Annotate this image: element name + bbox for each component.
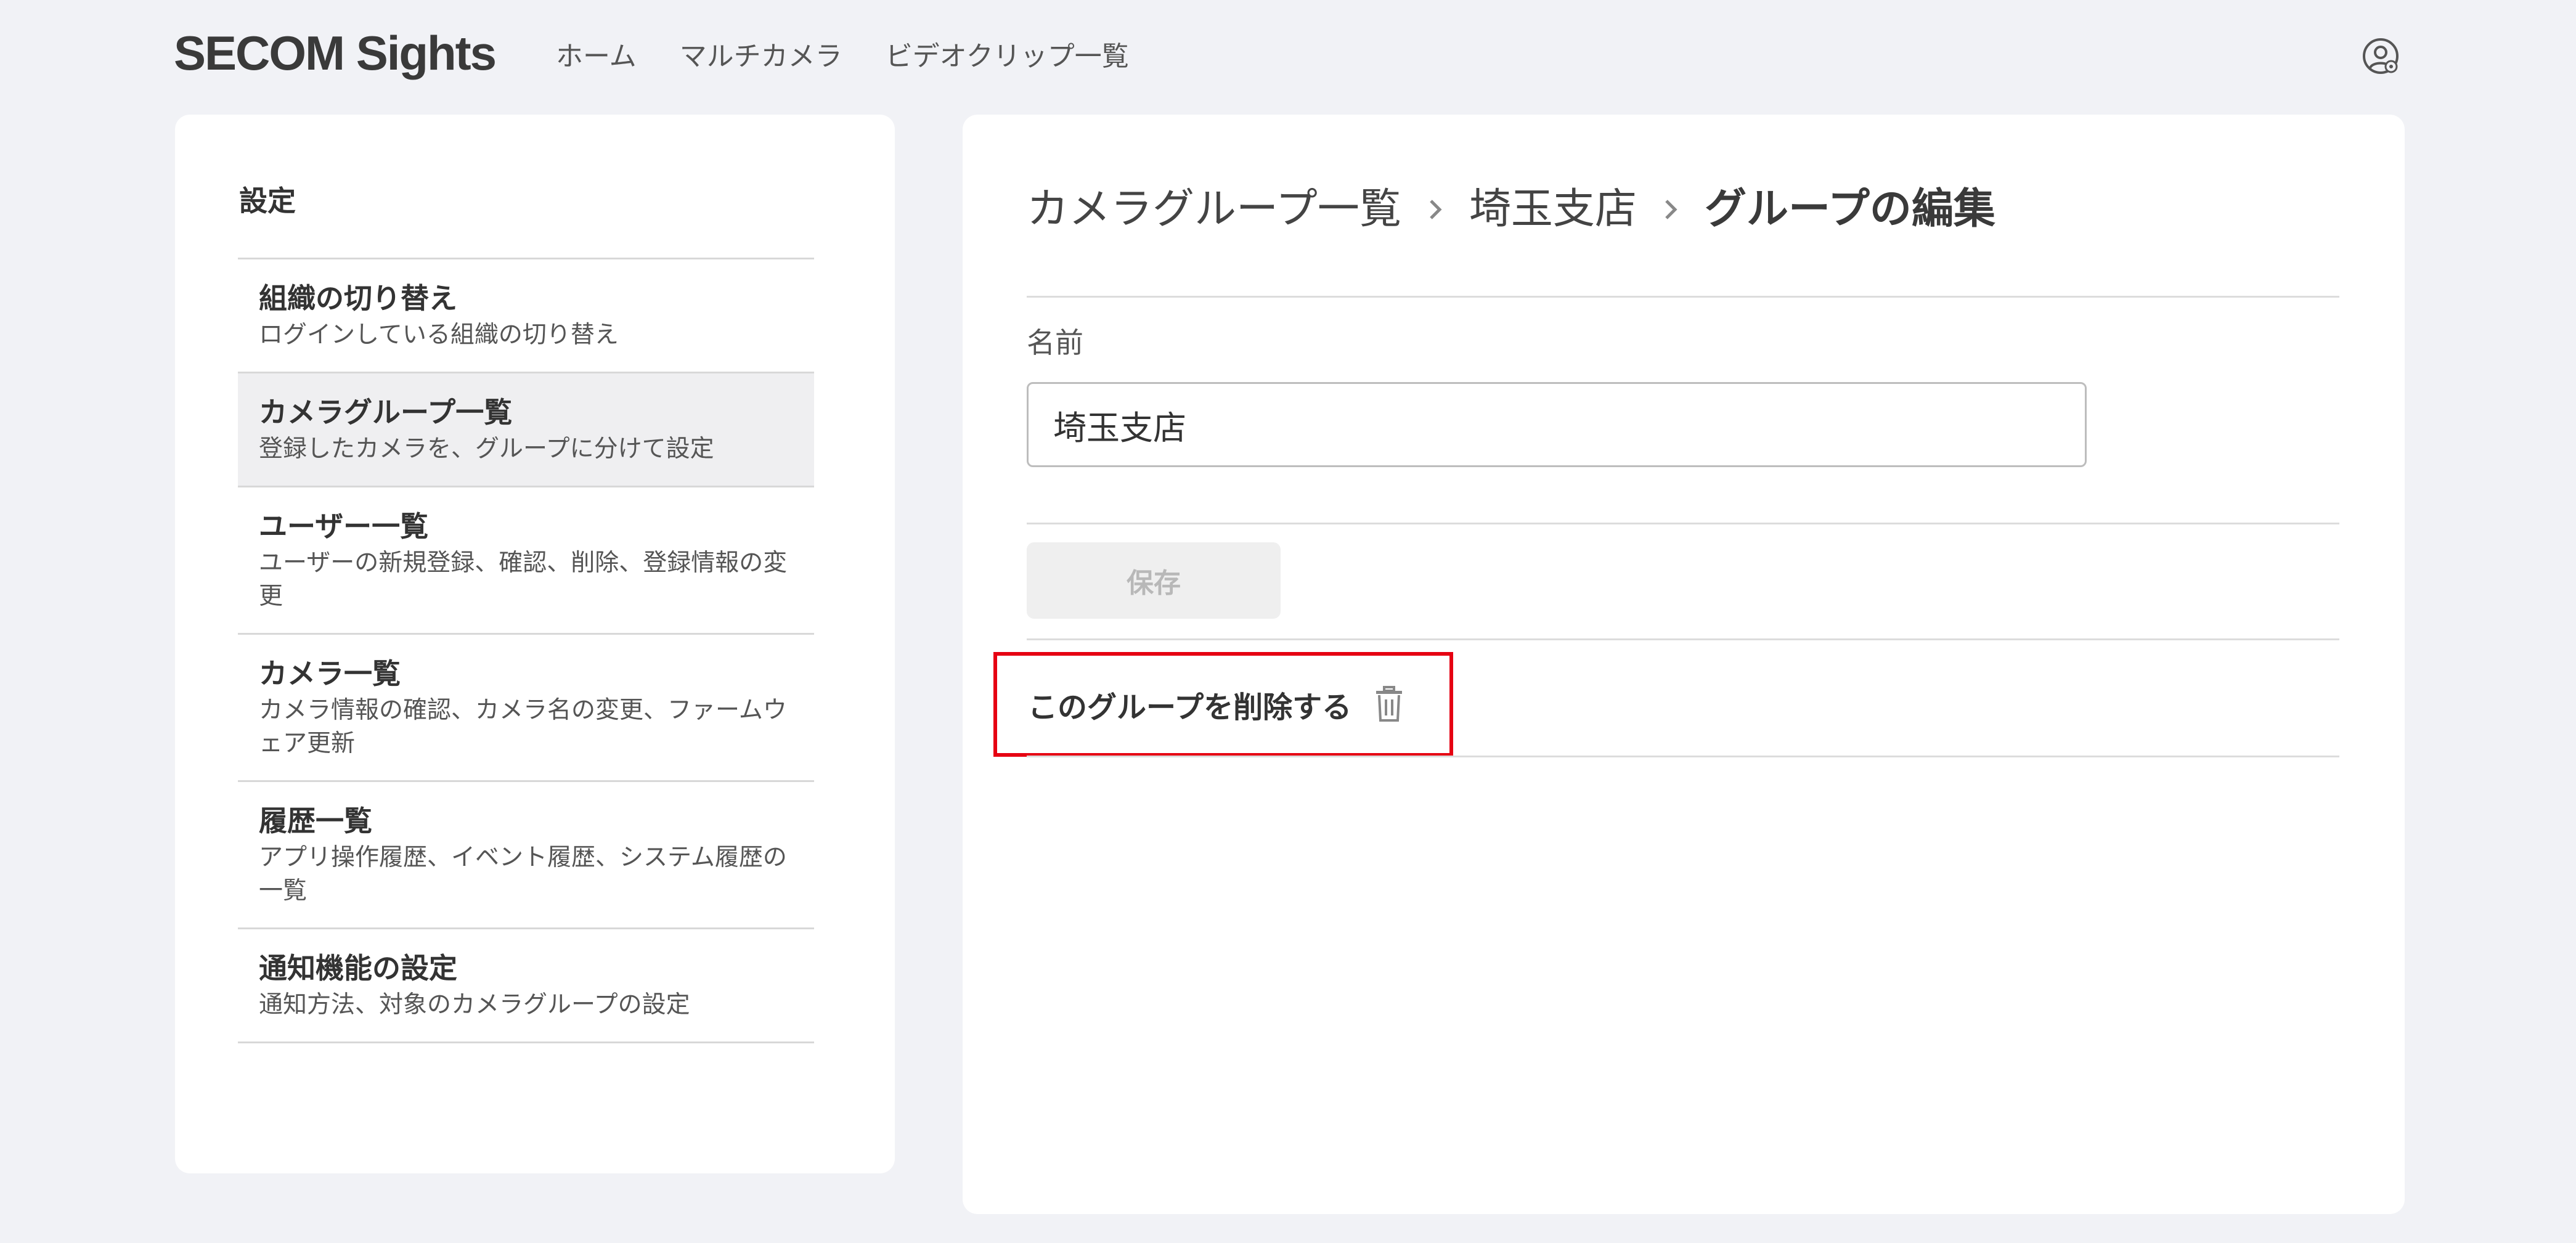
- user-settings-icon[interactable]: [2359, 35, 2402, 78]
- nav-home[interactable]: ホーム: [556, 38, 637, 75]
- menu-item-desc: カメラ情報の確認、カメラ名の変更、ファームウェア更新: [259, 696, 787, 757]
- main-panel: カメラグループ一覧 埼玉支店 グループの編集 名前 保存 このグループを削除する: [963, 115, 2405, 1214]
- sidebar-item-camera-groups[interactable]: カメラグループ一覧 登録したカメラを、グループに分けて設定: [238, 373, 814, 487]
- page-title: グループの編集: [1704, 185, 1995, 234]
- menu-item-desc: ユーザーの新規登録、確認、削除、登録情報の変更: [259, 549, 788, 610]
- menu-item-desc: ログインしている組織の切り替え: [259, 321, 619, 349]
- divider: [1027, 638, 2339, 640]
- divider: [1027, 296, 2339, 298]
- menu-item-title: カメラグループ一覧: [259, 396, 513, 429]
- top-header: SECOM Sights ホーム マルチカメラ ビデオクリップ一覧: [174, 23, 2402, 91]
- chevron-right-icon: [1637, 179, 1705, 240]
- breadcrumb-camera-groups[interactable]: カメラグループ一覧: [1027, 179, 1401, 240]
- breadcrumb: カメラグループ一覧 埼玉支店 グループの編集: [1027, 179, 1995, 240]
- menu-item-title: 通知機能の設定: [259, 952, 457, 985]
- sidebar-item-notifications[interactable]: 通知機能の設定 通知方法、対象のカメラグループの設定: [238, 929, 814, 1043]
- menu-item-title: 組織の切り替え: [259, 282, 457, 315]
- main-nav: ホーム マルチカメラ ビデオクリップ一覧: [556, 38, 1129, 75]
- menu-item-desc: 登録したカメラを、グループに分けて設定: [259, 435, 714, 463]
- sidebar-item-history[interactable]: 履歴一覧 アプリ操作履歴、イベント履歴、システム履歴の一覧: [238, 782, 814, 929]
- menu-item-desc: 通知方法、対象のカメラグループの設定: [259, 991, 690, 1019]
- settings-menu: 組織の切り替え ログインしている組織の切り替え カメラグループ一覧 登録したカメ…: [238, 258, 814, 1043]
- breadcrumb-group[interactable]: 埼玉支店: [1469, 179, 1637, 240]
- group-name-input[interactable]: [1027, 382, 2087, 467]
- settings-sidebar: 設定 組織の切り替え ログインしている組織の切り替え カメラグループ一覧 登録し…: [175, 115, 895, 1173]
- delete-group-button[interactable]: このグループを削除する: [993, 652, 1453, 757]
- sidebar-item-organization-switch[interactable]: 組織の切り替え ログインしている組織の切り替え: [238, 259, 814, 373]
- save-button[interactable]: 保存: [1027, 542, 1281, 619]
- sidebar-title: 設定: [239, 184, 296, 218]
- divider: [1027, 523, 2339, 524]
- nav-video-clips[interactable]: ビデオクリップ一覧: [886, 38, 1129, 75]
- nav-multi-camera[interactable]: マルチカメラ: [680, 38, 842, 75]
- sidebar-item-cameras[interactable]: カメラ一覧 カメラ情報の確認、カメラ名の変更、ファームウェア更新: [238, 635, 814, 782]
- name-label: 名前: [1027, 326, 1083, 359]
- sidebar-item-users[interactable]: ユーザー一覧 ユーザーの新規登録、確認、削除、登録情報の変更: [238, 487, 814, 635]
- menu-item-title: カメラ一覧: [259, 657, 401, 690]
- divider: [1027, 756, 2339, 757]
- trash-icon: [1372, 686, 1406, 723]
- delete-group-label: このグループを削除する: [1028, 690, 1352, 725]
- menu-item-title: 履歴一覧: [259, 804, 372, 837]
- chevron-right-icon: [1401, 179, 1469, 240]
- menu-item-title: ユーザー一覧: [259, 510, 429, 543]
- menu-item-desc: アプリ操作履歴、イベント履歴、システム履歴の一覧: [259, 844, 787, 905]
- app-logo[interactable]: SECOM Sights: [174, 25, 497, 81]
